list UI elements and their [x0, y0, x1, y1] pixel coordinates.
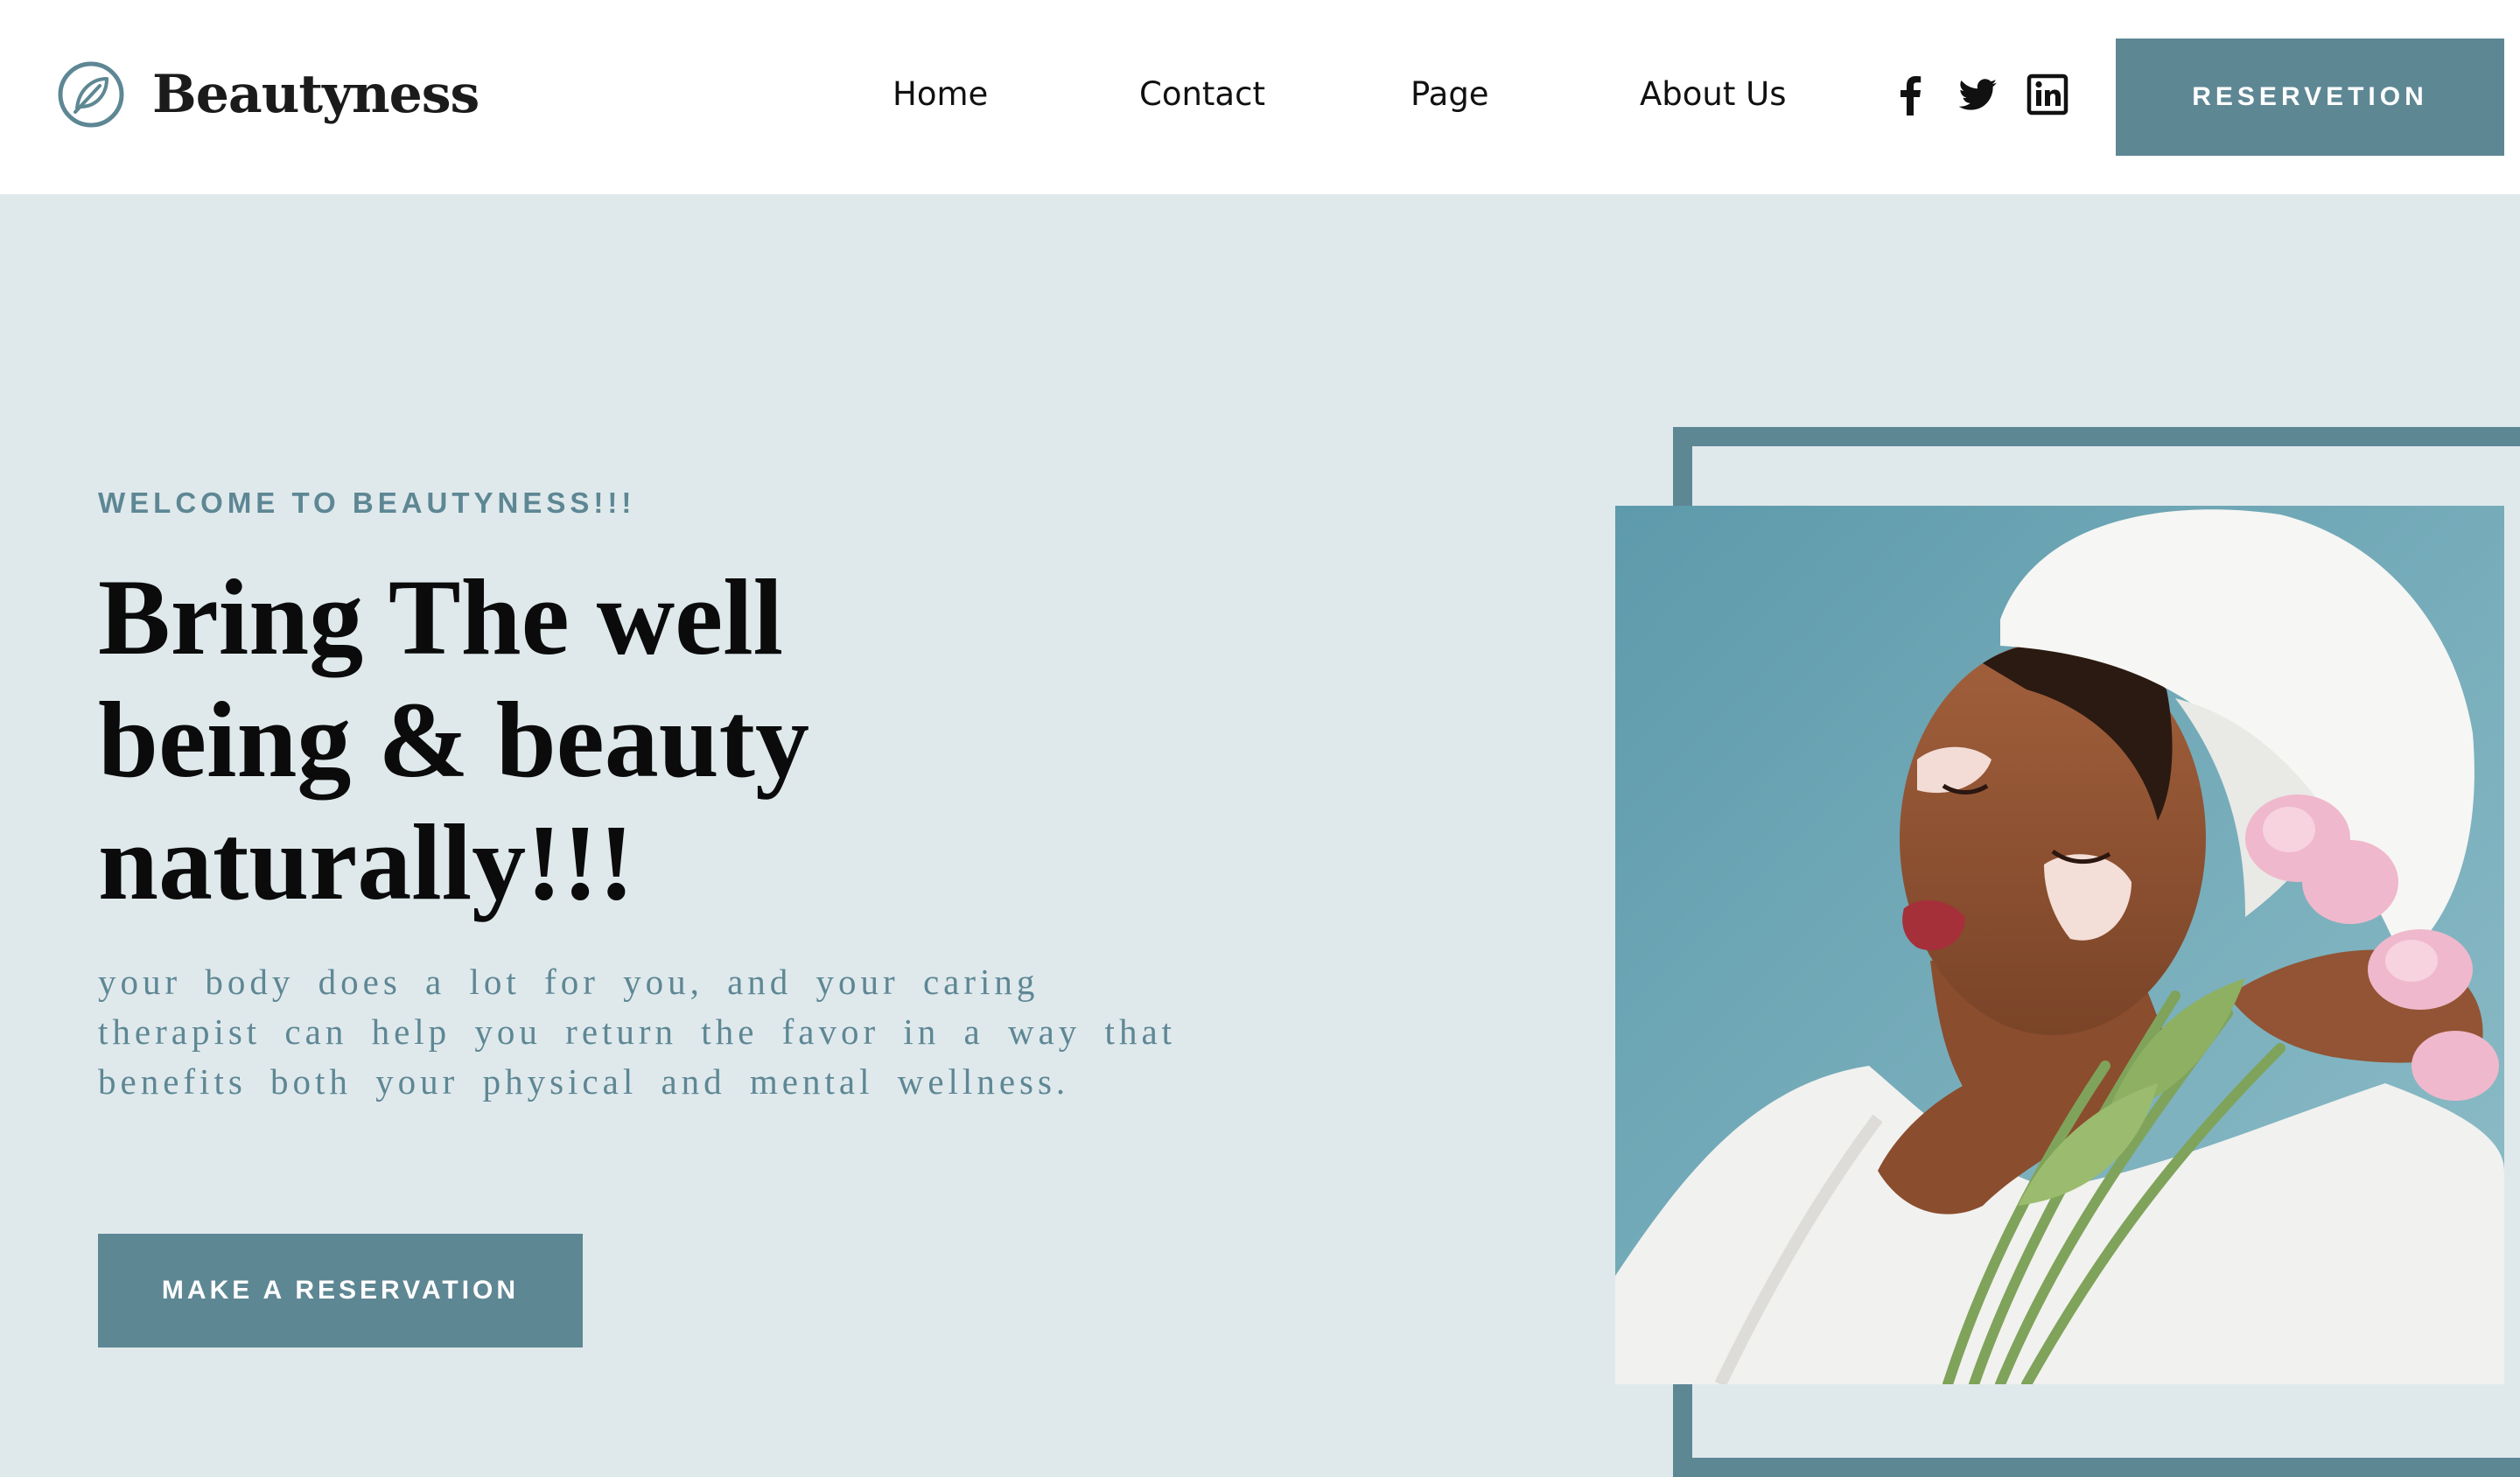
leaf-circle-icon [58, 61, 124, 128]
headline-line: Bring The well [98, 557, 784, 677]
nav-item-home[interactable]: Home [892, 75, 988, 113]
brand-name: Beautyness [152, 64, 480, 125]
description-line: therapist can help you return the favor … [98, 1012, 1177, 1052]
hero-headline: Bring The well being & beauty naturally!… [98, 556, 886, 924]
headline-line: being & beauty [98, 680, 809, 800]
site-header: Beautyness Home Contact Page About Us RE… [0, 0, 2520, 194]
make-reservation-button[interactable]: MAKE A RESERVATION [98, 1234, 583, 1348]
description-line: your body does a lot for you, and your c… [98, 962, 1040, 1002]
description-line: benefits both your physical and mental w… [98, 1061, 1070, 1102]
headline-line: naturally!!! [98, 802, 635, 922]
nav-item-contact[interactable]: Contact [1139, 75, 1265, 113]
hero-eyebrow: WELCOME TO BEAUTYNESS!!! [98, 486, 636, 519]
brand-logo[interactable]: Beautyness [56, 60, 480, 130]
nav-item-page[interactable]: Page [1410, 75, 1489, 113]
reservation-button[interactable]: RESERVETION [2116, 38, 2504, 156]
hero-photo [1615, 506, 2504, 1384]
linkedin-icon[interactable] [2026, 74, 2068, 116]
facebook-icon[interactable] [1890, 74, 1932, 116]
nav-item-about-us[interactable]: About Us [1640, 75, 1787, 113]
twitter-icon[interactable] [1956, 74, 1998, 116]
hero-description: your body does a lot for you, and your c… [98, 957, 1200, 1107]
